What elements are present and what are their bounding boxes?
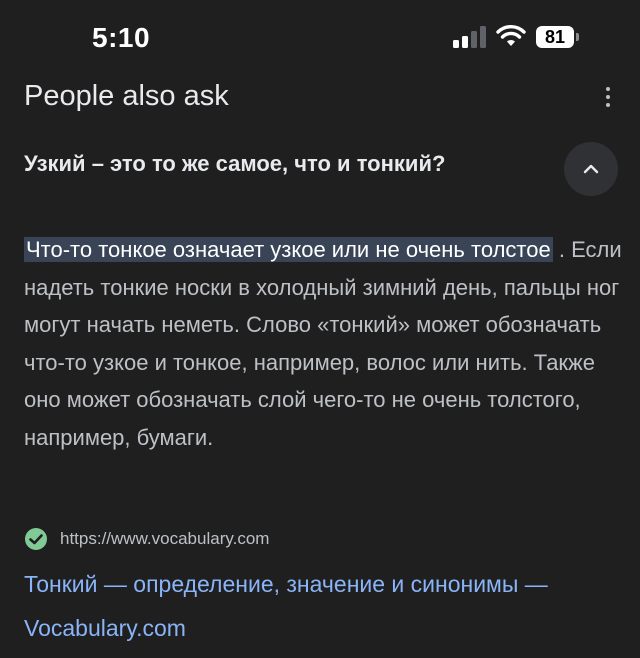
answer-body: . Если надеть тонкие носки в холодный зи… [24,237,622,450]
source-link-title[interactable]: Тонкий — определение, значение и синоним… [24,562,624,650]
status-bar: 5:10 81 [0,0,640,78]
wifi-icon [496,25,526,46]
source-url[interactable]: https://www.vocabulary.com [60,529,269,549]
status-time: 5:10 [92,22,151,53]
battery-icon: 81 [536,26,574,48]
collapse-button[interactable] [564,142,618,196]
question-text[interactable]: Узкий – это то же самое, что и тонкий? [24,151,445,177]
chevron-up-icon [583,164,599,174]
section-title: People also ask [24,80,229,112]
cellular-signal-icon [453,26,487,48]
answer-highlight: Что-то тонкое означает узкое или не очен… [24,237,553,262]
more-options-icon[interactable] [598,84,618,110]
answer-snippet: Что-то тонкое означает узкое или не очен… [24,231,624,456]
battery-tip [576,33,579,41]
check-circle-icon [25,528,47,550]
